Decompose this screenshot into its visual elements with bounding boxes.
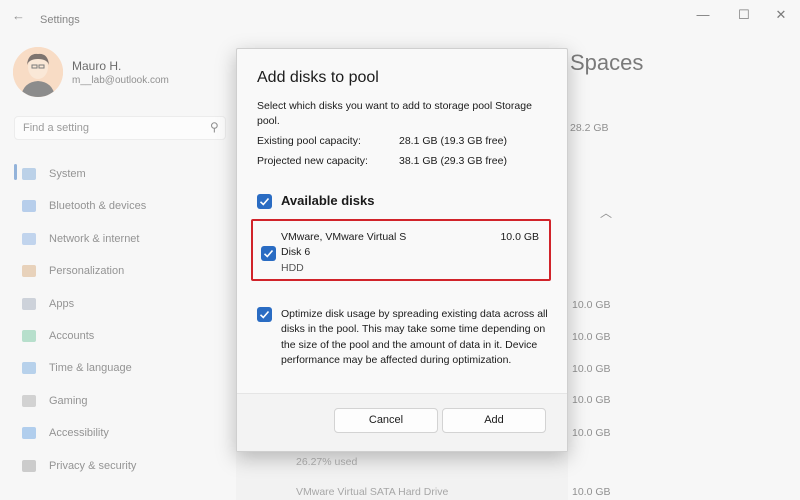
add-button[interactable]: Add — [442, 408, 546, 433]
cancel-button[interactable]: Cancel — [334, 408, 438, 433]
available-disks-label: Available disks — [281, 193, 375, 208]
disk-model: VMware, VMware Virtual S — [281, 231, 407, 243]
checkmark-icon — [263, 249, 274, 258]
existing-capacity-value: 28.1 GB (19.3 GB free) — [399, 135, 507, 147]
disk-list-item[interactable]: VMware, VMware Virtual S 10.0 GB Disk 6 … — [251, 219, 551, 281]
add-disks-dialog: Add disks to pool Select which disks you… — [236, 48, 568, 452]
projected-capacity-value: 38.1 GB (29.3 GB free) — [399, 155, 507, 167]
disk-checkbox[interactable] — [261, 246, 276, 261]
optimize-checkbox[interactable] — [257, 307, 272, 322]
disk-size: 10.0 GB — [500, 231, 539, 243]
available-disks-checkbox[interactable] — [257, 194, 272, 209]
dialog-title: Add disks to pool — [257, 69, 379, 86]
dialog-description: Select which disks you want to add to st… — [257, 100, 532, 127]
optimize-description: Optimize disk usage by spreading existin… — [281, 308, 548, 366]
projected-capacity-label: Projected new capacity: — [257, 155, 368, 167]
existing-capacity-label: Existing pool capacity: — [257, 135, 361, 147]
disk-type: HDD — [281, 262, 304, 274]
checkmark-icon — [259, 197, 270, 206]
checkmark-icon — [259, 310, 270, 319]
disk-number: Disk 6 — [281, 246, 311, 258]
dialog-footer: Cancel Add — [237, 393, 567, 451]
